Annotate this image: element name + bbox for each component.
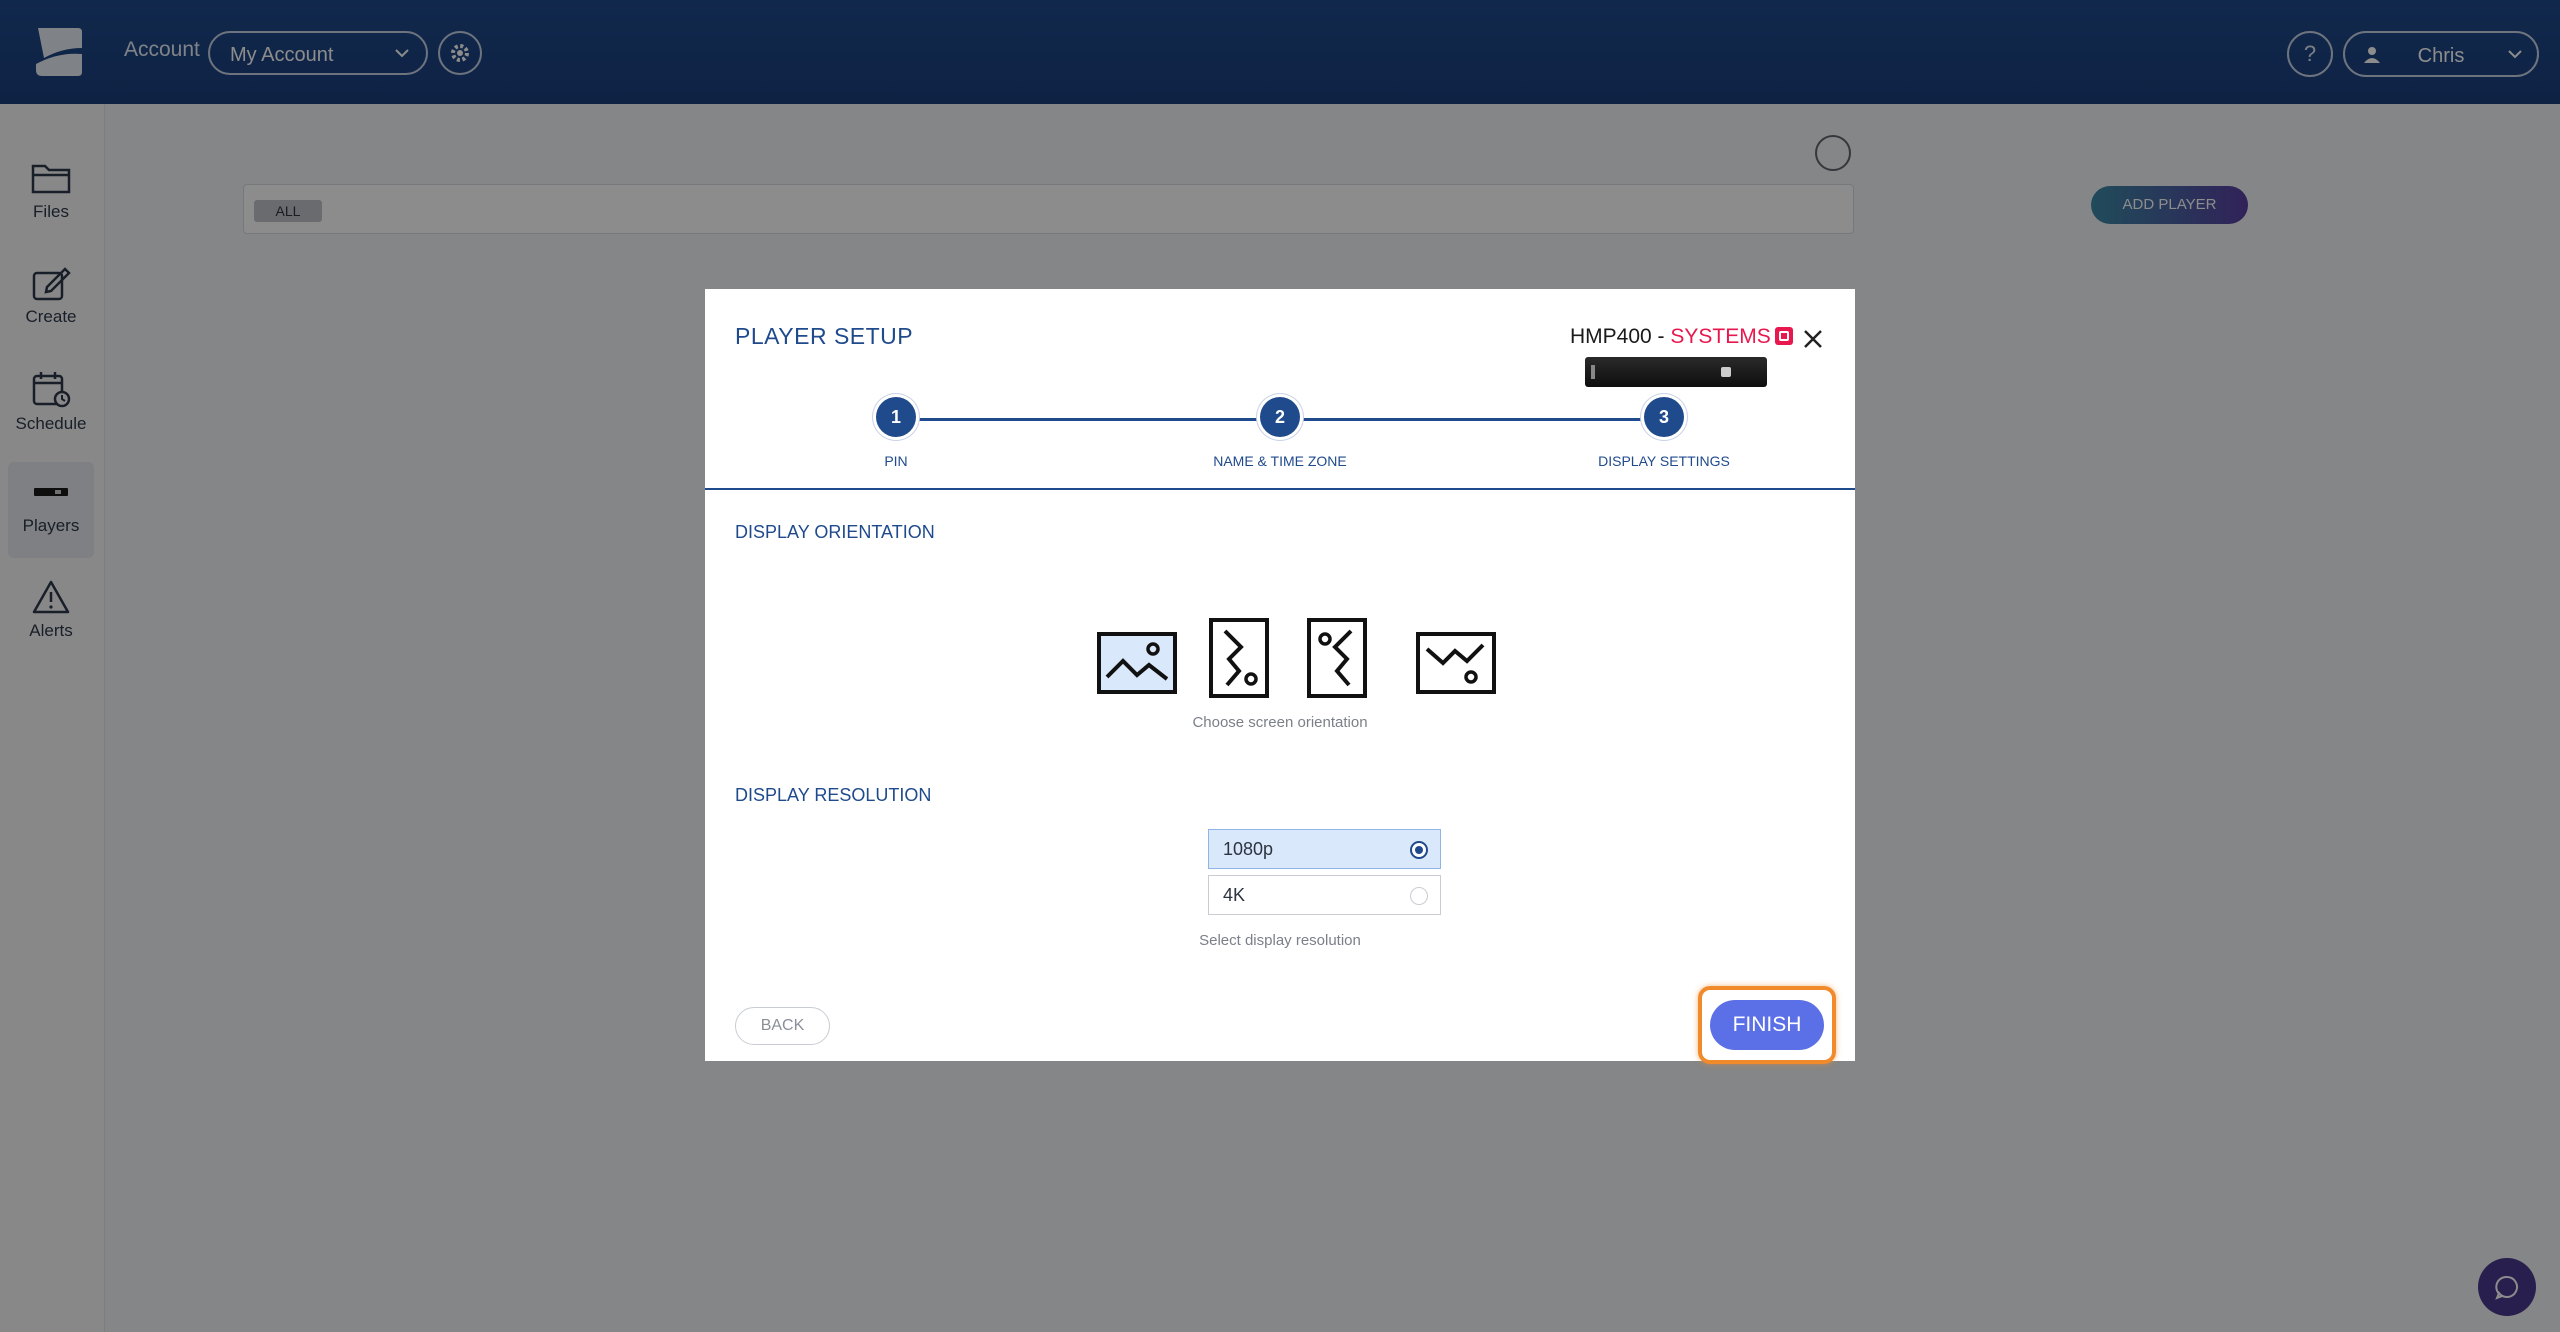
step-3[interactable]: 3 <box>1644 397 1684 437</box>
resolution-label: 4K <box>1223 885 1246 905</box>
display-orientation-title: DISPLAY ORIENTATION <box>735 522 935 542</box>
back-button[interactable]: BACK <box>735 1007 830 1045</box>
device-image <box>1585 357 1767 387</box>
modal-title: PLAYER SETUP <box>735 323 914 349</box>
display-resolution-title: DISPLAY RESOLUTION <box>735 785 932 805</box>
finish-highlight: FINISH <box>1698 986 1836 1064</box>
landscape-flipped-orientation-icon[interactable] <box>1415 617 1497 697</box>
resolution-label: 1080p <box>1223 839 1274 859</box>
product-brand: SYSTEMS <box>1670 325 1771 348</box>
step-label-pin: PIN <box>884 453 908 469</box>
radio-selected[interactable] <box>1410 841 1428 859</box>
landscape-orientation-icon[interactable] <box>1097 617 1177 697</box>
step-1[interactable]: 1 <box>876 397 916 437</box>
player-setup-modal: PLAYER SETUP HMP400 - SYSTEMS 1 2 3 PIN … <box>705 289 1855 1064</box>
stepper-line <box>1281 418 1665 421</box>
brand-logo-icon <box>1774 327 1793 345</box>
product-model: HMP400 - <box>1570 325 1671 348</box>
orientation-options <box>1097 617 1497 699</box>
stepper-line <box>895 418 1279 421</box>
portrait-right-orientation-icon[interactable] <box>1207 617 1271 699</box>
close-icon[interactable] <box>1799 325 1827 353</box>
divider <box>705 488 1855 490</box>
step-label-display-settings: DISPLAY SETTINGS <box>1598 453 1730 469</box>
resolution-hint: Select display resolution <box>1199 932 1361 949</box>
portrait-left-orientation-icon[interactable] <box>1305 617 1369 699</box>
product-name: HMP400 - SYSTEMS <box>1570 325 1793 349</box>
finish-button[interactable]: FINISH <box>1710 1000 1824 1050</box>
radio-unselected[interactable] <box>1410 887 1428 905</box>
step-2[interactable]: 2 <box>1260 397 1300 437</box>
step-label-name-timezone: NAME & TIME ZONE <box>1213 453 1347 469</box>
orientation-hint: Choose screen orientation <box>1192 714 1368 731</box>
resolution-option-4k[interactable]: 4K <box>1208 875 1441 915</box>
resolution-option-1080p[interactable]: 1080p <box>1208 829 1441 869</box>
